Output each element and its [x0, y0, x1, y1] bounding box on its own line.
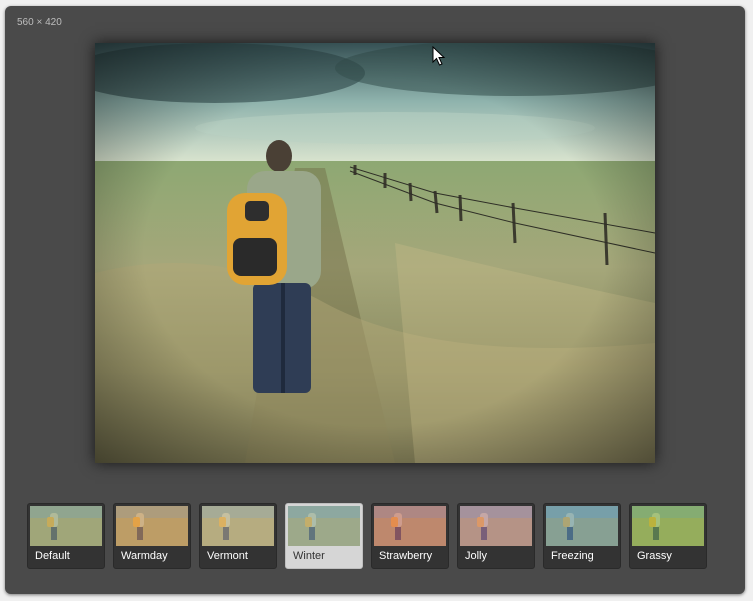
- filter-label: Grassy: [637, 550, 672, 562]
- filter-preview-image: [202, 506, 274, 546]
- filter-label: Winter: [293, 550, 325, 562]
- filter-thumb-freezing[interactable]: Freezing: [543, 503, 621, 569]
- filter-thumb-warmday[interactable]: Warmday: [113, 503, 191, 569]
- filter-preview-image: [30, 506, 102, 546]
- filter-thumb-winter[interactable]: Winter: [285, 503, 363, 569]
- filter-label: Default: [35, 550, 70, 562]
- filter-preview-image: [288, 506, 360, 546]
- filter-label: Strawberry: [379, 550, 433, 562]
- photo-editor-panel: 560 × 420 Default Warmday Vermont Winter…: [5, 6, 745, 594]
- filter-label: Warmday: [121, 550, 168, 562]
- filter-preview-image: [460, 506, 532, 546]
- filter-preview-image: [546, 506, 618, 546]
- filter-thumb-strawberry[interactable]: Strawberry: [371, 503, 449, 569]
- filter-preview-image: [374, 506, 446, 546]
- filter-label: Freezing: [551, 550, 594, 562]
- filter-preview-image: [116, 506, 188, 546]
- filter-preview-image: [632, 506, 704, 546]
- filter-label: Vermont: [207, 550, 248, 562]
- filter-thumb-vermont[interactable]: Vermont: [199, 503, 277, 569]
- filter-thumb-grassy[interactable]: Grassy: [629, 503, 707, 569]
- filter-thumb-default[interactable]: Default: [27, 503, 105, 569]
- filter-label: Jolly: [465, 550, 488, 562]
- filter-thumb-jolly[interactable]: Jolly: [457, 503, 535, 569]
- main-photo: [95, 43, 655, 463]
- mouse-pointer-icon: [432, 46, 446, 66]
- image-dimensions-label: 560 × 420: [17, 17, 62, 28]
